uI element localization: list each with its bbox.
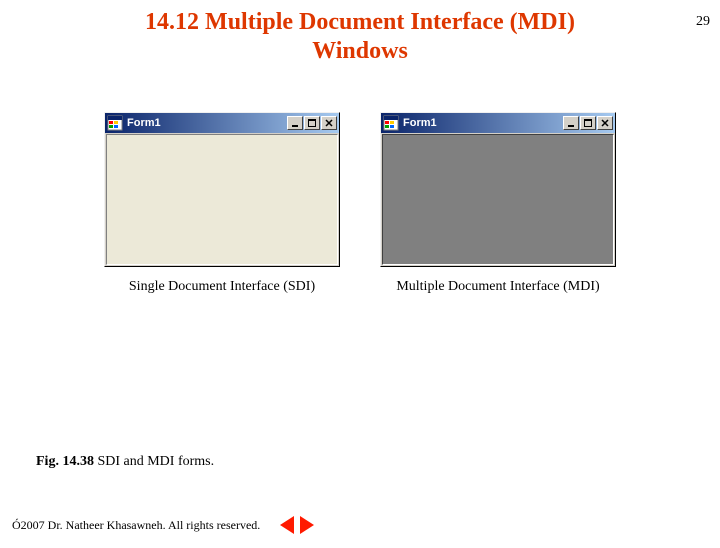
maximize-button[interactable]	[580, 116, 596, 130]
mdi-title: Form1	[403, 117, 563, 129]
heading-line-2: Windows	[0, 37, 720, 66]
figure-caption: Fig. 14.38 SDI and MDI forms.	[36, 454, 214, 470]
sdi-client-area	[106, 134, 338, 265]
mdi-caption: Multiple Document Interface (MDI)	[396, 279, 599, 295]
figure-text: SDI and MDI forms.	[94, 454, 214, 469]
page-number: 29	[696, 14, 710, 30]
figure-label: Fig. 14.38	[36, 454, 94, 469]
sdi-window: Form1	[104, 112, 340, 267]
figure-row: Form1 Single Document Interface (SDI)	[0, 112, 720, 295]
sdi-titlebar: Form1	[105, 113, 339, 133]
minimize-button[interactable]	[563, 116, 579, 130]
nav-icons	[280, 516, 314, 534]
footer-text: 2007 Dr. Natheer Khasawneh. All rights r…	[21, 518, 261, 533]
sdi-window-controls	[287, 116, 337, 130]
mdi-titlebar: Form1	[381, 113, 615, 133]
mdi-window-controls	[563, 116, 613, 130]
close-button[interactable]	[597, 116, 613, 130]
sdi-caption: Single Document Interface (SDI)	[129, 279, 315, 295]
page-heading: 14.12 Multiple Document Interface (MDI) …	[0, 8, 720, 66]
sdi-block: Form1 Single Document Interface (SDI)	[104, 112, 340, 295]
next-slide-icon[interactable]	[300, 516, 314, 534]
footer: Ó 2007 Dr. Natheer Khasawneh. All rights…	[12, 516, 314, 534]
maximize-button[interactable]	[304, 116, 320, 130]
prev-slide-icon[interactable]	[280, 516, 294, 534]
form-icon	[107, 115, 123, 131]
mdi-window: Form1	[380, 112, 616, 267]
minimize-button[interactable]	[287, 116, 303, 130]
close-button[interactable]	[321, 116, 337, 130]
mdi-block: Form1 Multiple Document Interface (MDI)	[380, 112, 616, 295]
form-icon	[383, 115, 399, 131]
mdi-client-area	[382, 134, 614, 265]
heading-line-1: 14.12 Multiple Document Interface (MDI)	[0, 8, 720, 37]
copyright-symbol: Ó	[12, 518, 21, 533]
sdi-title: Form1	[127, 117, 287, 129]
